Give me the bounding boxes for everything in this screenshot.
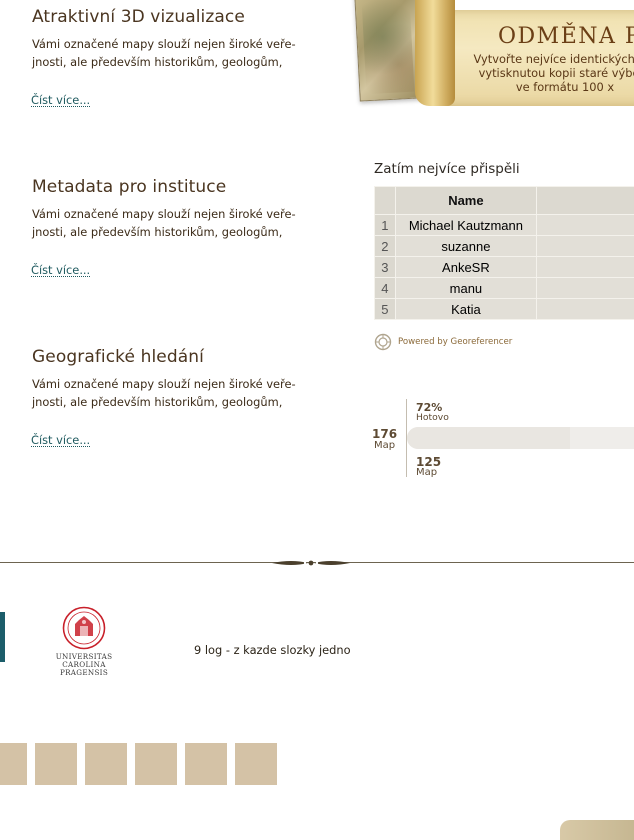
- percent-caption: Hotovo: [416, 413, 449, 423]
- progress-percent: 72% Hotovo: [416, 402, 449, 423]
- table-row: 2 suzanne: [375, 236, 634, 257]
- name-cell: AnkeSR: [395, 257, 536, 278]
- read-more-link[interactable]: Číst více...: [31, 94, 90, 107]
- rank-cell: 5: [375, 299, 396, 320]
- progress-bar: [407, 427, 634, 449]
- read-more-link[interactable]: Číst více...: [31, 434, 90, 447]
- progress-done: 125 Map: [416, 456, 441, 478]
- tile-placeholder[interactable]: [35, 743, 77, 785]
- logo-note: 9 log - z kazde slozky jedno: [194, 643, 351, 657]
- tile-placeholder[interactable]: [235, 743, 277, 785]
- feature-metadata: Metadata pro instituce Vámi označené map…: [32, 177, 302, 241]
- feature-title: Metadata pro instituce: [32, 177, 302, 197]
- feature-title: Atraktivní 3D vizualizace: [32, 7, 302, 27]
- extra-cell: [537, 215, 634, 236]
- name-cell: manu: [395, 278, 536, 299]
- georeferencer-logo-icon: [374, 333, 392, 351]
- corner-map-image: [560, 820, 634, 840]
- table-row: 5 Katia: [375, 299, 634, 320]
- rank-cell: 3: [375, 257, 396, 278]
- rank-cell: 4: [375, 278, 396, 299]
- extra-cell: [537, 278, 634, 299]
- university-name: UNIVERSITAS CAROLINA PRAGENSIS: [36, 653, 132, 677]
- name-cell: Katia: [395, 299, 536, 320]
- banner-text: Vytvořte nejvíce identických tak vytiskn…: [470, 52, 634, 94]
- read-more-link[interactable]: Číst více...: [31, 264, 90, 277]
- feature-title: Geografické hledání: [32, 347, 302, 367]
- university-name-line2: PRAGENSIS: [60, 668, 108, 677]
- contributors-title: Zatím nejvíce přispěli: [374, 161, 520, 177]
- name-cell: Michael Kautzmann: [395, 215, 536, 236]
- extra-cell: [537, 299, 634, 320]
- total-caption: Map: [372, 440, 397, 451]
- feature-text: Vámi označené mapy slouží nejen široké v…: [32, 35, 302, 71]
- tile-placeholder[interactable]: [85, 743, 127, 785]
- extra-cell: [537, 236, 634, 257]
- progress-bar-fill: [407, 427, 570, 449]
- old-map-image: [354, 0, 422, 102]
- reward-banner[interactable]: ODMĚNA PR Vytvořte nejvíce identických t…: [355, 0, 634, 108]
- done-caption: Map: [416, 468, 441, 478]
- partner-logo-partial[interactable]: [0, 612, 5, 662]
- contributors-table: Name 1 Michael Kautzmann 2 suzanne 3 Ank…: [374, 186, 634, 320]
- powered-by-text: Powered by Georeferencer: [398, 337, 512, 347]
- tile-placeholder[interactable]: [0, 743, 27, 785]
- charles-university-logo[interactable]: UNIVERSITAS CAROLINA PRAGENSIS: [36, 606, 132, 677]
- extra-cell: [537, 257, 634, 278]
- name-header: Name: [395, 187, 536, 215]
- tile-placeholder[interactable]: [185, 743, 227, 785]
- table-header-row: Name: [375, 187, 634, 215]
- progress-total: 176 Map: [372, 428, 397, 451]
- divider-ornament-icon: [272, 558, 350, 568]
- table-row: 4 manu: [375, 278, 634, 299]
- university-name-line1: UNIVERSITAS CAROLINA: [56, 652, 113, 669]
- total-value: 176: [372, 428, 397, 440]
- feature-3d-visualization: Atraktivní 3D vizualizace Vámi označené …: [32, 7, 302, 71]
- table-row: 3 AnkeSR: [375, 257, 634, 278]
- name-cell: suzanne: [395, 236, 536, 257]
- table-row: 1 Michael Kautzmann: [375, 215, 634, 236]
- university-seal-icon: [61, 606, 107, 650]
- feature-geo-search: Geografické hledání Vámi označené mapy s…: [32, 347, 302, 411]
- rank-cell: 1: [375, 215, 396, 236]
- feature-text: Vámi označené mapy slouží nejen široké v…: [32, 205, 302, 241]
- rank-header: [375, 187, 396, 215]
- tile-placeholder[interactable]: [135, 743, 177, 785]
- rank-cell: 2: [375, 236, 396, 257]
- extra-header: [537, 187, 634, 215]
- banner-title: ODMĚNA PR: [498, 24, 634, 49]
- scroll-curl: [415, 0, 455, 106]
- feature-text: Vámi označené mapy slouží nejen široké v…: [32, 375, 302, 411]
- powered-by-link[interactable]: Powered by Georeferencer: [374, 333, 512, 351]
